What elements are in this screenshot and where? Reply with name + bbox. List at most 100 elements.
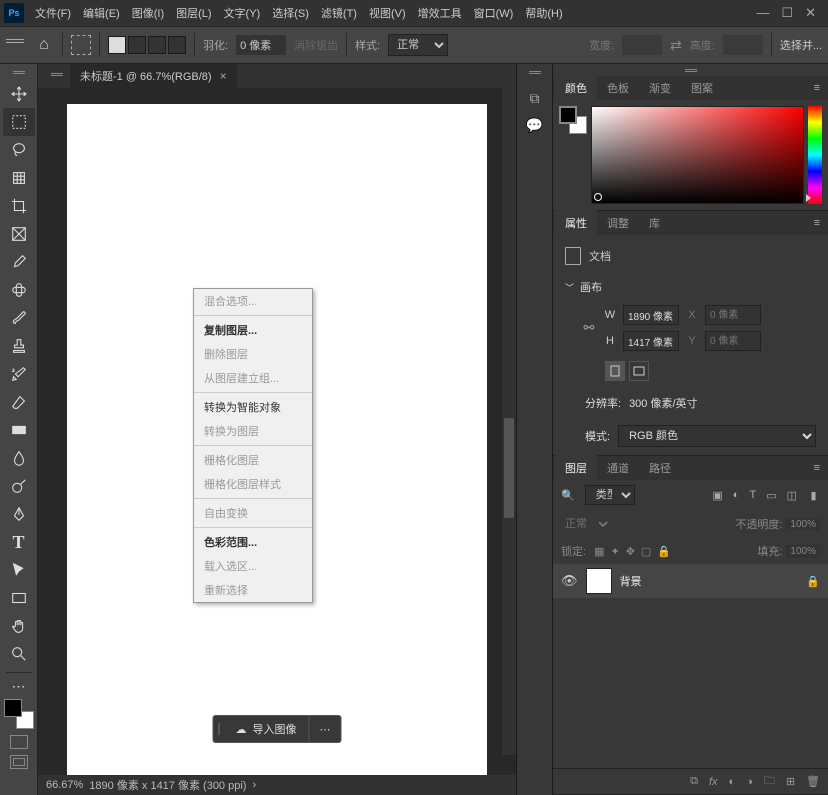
tab-adjustments[interactable]: 调整 — [597, 210, 639, 236]
layer-row[interactable]: 👁 背景 🔒 — [553, 564, 828, 598]
zoom-level[interactable]: 66.67% — [46, 779, 83, 791]
lock-move-icon[interactable]: ✥ — [626, 545, 635, 558]
crop-tool-icon[interactable] — [3, 192, 35, 220]
layer-thumbnail[interactable] — [586, 568, 612, 594]
lasso-tool-icon[interactable] — [3, 136, 35, 164]
layer-filter-select[interactable]: 类型 — [585, 485, 635, 505]
filter-adjust-icon[interactable]: ◐ — [733, 489, 740, 502]
history-brush-tool-icon[interactable] — [3, 360, 35, 388]
mask-icon[interactable]: ◐ — [729, 776, 736, 788]
new-selection-icon[interactable] — [108, 36, 126, 54]
color-cursor-icon[interactable] — [594, 193, 602, 201]
tab-properties[interactable]: 属性 — [555, 210, 597, 236]
menu-type[interactable]: 文字(Y) — [219, 2, 266, 24]
height-field[interactable] — [623, 331, 679, 351]
filter-smart-icon[interactable]: ◫ — [787, 489, 797, 502]
menu-layer[interactable]: 图层(L) — [171, 2, 216, 24]
selection-preview-icon[interactable] — [71, 35, 91, 55]
tab-paths[interactable]: 路径 — [639, 455, 681, 481]
menu-image[interactable]: 图像(I) — [127, 2, 169, 24]
subtract-selection-icon[interactable] — [148, 36, 166, 54]
filter-image-icon[interactable]: ▣ — [712, 489, 722, 502]
rpanel-drag-handle[interactable] — [676, 66, 706, 74]
lock-artboard-icon[interactable]: ▢ — [641, 545, 651, 558]
import-more-button[interactable]: ⋯ — [309, 716, 341, 742]
menu-plugins[interactable]: 增效工具 — [413, 2, 467, 24]
screenmode-icon[interactable] — [10, 755, 28, 769]
eraser-tool-icon[interactable] — [3, 388, 35, 416]
frame-tool-icon[interactable] — [3, 220, 35, 248]
filter-shape-icon[interactable]: ▭ — [766, 489, 776, 502]
heal-tool-icon[interactable] — [3, 276, 35, 304]
canvas-group-toggle[interactable]: ﹀ 画布 — [565, 279, 816, 295]
picker-fg-swatch[interactable] — [559, 106, 577, 124]
intersect-selection-icon[interactable] — [168, 36, 186, 54]
feather-input[interactable] — [236, 35, 286, 55]
new-layer-icon[interactable]: ⊞ — [786, 775, 795, 788]
menu-file[interactable]: 文件(F) — [30, 2, 76, 24]
shape-tool-icon[interactable] — [3, 584, 35, 612]
ctx-convert-smart-object[interactable]: 转换为智能对象 — [194, 395, 312, 419]
edit-toolbar-icon[interactable]: ⋯ — [3, 677, 35, 695]
landscape-icon[interactable] — [629, 361, 649, 381]
close-icon[interactable]: ✕ — [805, 5, 816, 21]
doc-drag-handle[interactable] — [50, 70, 64, 78]
lock-icon[interactable]: 🔒 — [806, 575, 820, 588]
import-drag-handle[interactable] — [214, 723, 224, 735]
maximize-icon[interactable]: ☐ — [781, 5, 793, 21]
layer-name[interactable]: 背景 — [620, 573, 799, 589]
options-drag-handle[interactable] — [6, 39, 24, 51]
tab-close-icon[interactable]: × — [220, 69, 227, 83]
tab-layers[interactable]: 图层 — [555, 455, 597, 481]
style-select[interactable]: 正常 — [388, 34, 448, 56]
path-select-tool-icon[interactable] — [3, 556, 35, 584]
group-icon[interactable]: 🗀 — [764, 772, 775, 791]
tab-gradients[interactable]: 渐变 — [639, 75, 681, 101]
tab-patterns[interactable]: 图案 — [681, 75, 723, 101]
lock-all-icon[interactable]: 🔒 — [657, 545, 671, 558]
status-chevron-icon[interactable]: › — [252, 779, 256, 791]
tab-swatches[interactable]: 色板 — [597, 75, 639, 101]
vertical-scrollbar[interactable] — [502, 88, 516, 755]
ctx-color-range[interactable]: 色彩范围... — [194, 530, 312, 554]
menu-help[interactable]: 帮助(H) — [520, 2, 567, 24]
fx-icon[interactable]: fx — [709, 776, 718, 788]
link-wh-icon[interactable]: ⚯ — [581, 314, 597, 342]
hand-tool-icon[interactable] — [3, 612, 35, 640]
mode-select[interactable]: RGB 颜色 — [618, 425, 816, 447]
filter-search-icon[interactable]: 🔍 — [561, 489, 575, 502]
color-field[interactable] — [591, 106, 804, 204]
pen-tool-icon[interactable] — [3, 500, 35, 528]
eyedropper-tool-icon[interactable] — [3, 248, 35, 276]
portrait-icon[interactable] — [605, 361, 625, 381]
lock-position-icon[interactable]: ✦ — [610, 545, 619, 558]
stamp-tool-icon[interactable] — [3, 332, 35, 360]
panel-menu-icon[interactable]: ≡ — [806, 217, 828, 229]
hue-cursor-icon[interactable] — [806, 194, 811, 202]
hue-slider[interactable] — [808, 106, 822, 204]
panel-icon-1[interactable]: ⧉ — [530, 90, 540, 107]
panel-menu-icon[interactable]: ≡ — [806, 82, 828, 94]
menu-edit[interactable]: 编辑(E) — [78, 2, 125, 24]
add-selection-icon[interactable] — [128, 36, 146, 54]
import-toolbar[interactable]: ☁ 导入图像 ⋯ — [213, 715, 342, 743]
link-layers-icon[interactable]: ⧉ — [690, 775, 698, 788]
quickmask-icon[interactable] — [10, 735, 28, 749]
tab-libraries[interactable]: 库 — [639, 210, 670, 236]
scroll-thumb[interactable] — [504, 418, 514, 518]
panel-icon-2[interactable]: 💬 — [526, 117, 543, 134]
adjustment-layer-icon[interactable]: ◑ — [746, 776, 753, 788]
move-tool-icon[interactable] — [3, 80, 35, 108]
import-image-button[interactable]: ☁ 导入图像 — [224, 716, 309, 742]
menu-view[interactable]: 视图(V) — [364, 2, 411, 24]
marquee-tool-icon[interactable] — [3, 108, 35, 136]
tab-channels[interactable]: 通道 — [597, 455, 639, 481]
zoom-tool-icon[interactable] — [3, 640, 35, 668]
lock-pixels-icon[interactable]: ▦ — [594, 545, 604, 558]
home-icon[interactable]: ⌂ — [34, 35, 54, 55]
minimize-icon[interactable]: ― — [756, 5, 769, 21]
menu-select[interactable]: 选择(S) — [267, 2, 314, 24]
tab-color[interactable]: 颜色 — [555, 75, 597, 101]
menu-window[interactable]: 窗口(W) — [469, 2, 519, 24]
blur-tool-icon[interactable] — [3, 444, 35, 472]
